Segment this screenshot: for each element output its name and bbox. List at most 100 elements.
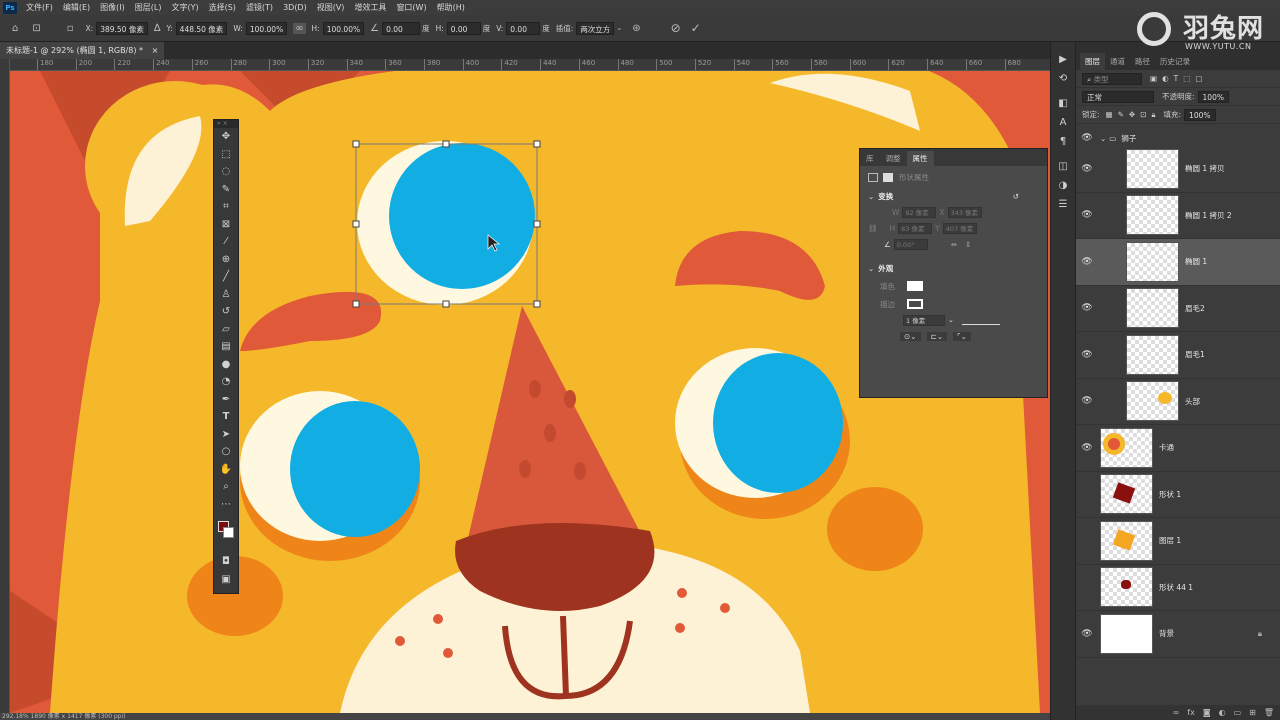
commit-transform-icon[interactable]: ✓ bbox=[691, 21, 701, 35]
filter-shape-icon[interactable]: ⬚ bbox=[1183, 74, 1190, 83]
visibility-eye-icon[interactable]: 👁︎ bbox=[1076, 164, 1098, 174]
interp-select[interactable]: 两次立方 bbox=[576, 21, 615, 35]
adjustments-icon[interactable]: ◑ bbox=[1051, 176, 1075, 195]
layer-row[interactable]: 形状 1 bbox=[1076, 472, 1280, 518]
layer-filter-select[interactable]: ⌕ 类型 bbox=[1082, 72, 1142, 85]
frame-tool-icon[interactable]: ⊠ bbox=[214, 216, 238, 234]
transform-handle[interactable] bbox=[533, 220, 541, 228]
type-tool-icon[interactable]: T bbox=[214, 408, 238, 426]
gradient-tool-icon[interactable]: ▤ bbox=[214, 338, 238, 356]
path-selection-tool-icon[interactable]: ➤ bbox=[214, 426, 238, 444]
x-field[interactable]: 343 像素 bbox=[947, 206, 982, 218]
visibility-eye-icon[interactable]: 👁︎ bbox=[1076, 629, 1098, 639]
transform-handle[interactable] bbox=[533, 140, 541, 148]
more-tools-icon[interactable]: ⋯ bbox=[214, 496, 238, 514]
opacity-field[interactable]: 100% bbox=[1197, 90, 1229, 103]
lock-paint-icon[interactable]: ✎ bbox=[1118, 110, 1124, 119]
menu-select[interactable]: 选择(S) bbox=[204, 2, 241, 13]
tab-properties[interactable]: 属性 bbox=[906, 151, 934, 166]
link-icon[interactable]: ∞ bbox=[293, 22, 306, 34]
filter-pixel-icon[interactable]: ▣ bbox=[1150, 74, 1157, 83]
stroke-align-icon[interactable]: ⊙⌄ bbox=[900, 331, 921, 341]
delta-icon[interactable]: ∆ bbox=[154, 23, 161, 34]
menu-3d[interactable]: 3D(D) bbox=[278, 3, 312, 12]
transform-handle[interactable] bbox=[352, 220, 360, 228]
tab-layers[interactable]: 图层 bbox=[1080, 53, 1105, 70]
visibility-eye-icon[interactable]: 👁︎ bbox=[1076, 396, 1098, 406]
new-layer-icon[interactable]: ⊞ bbox=[1249, 708, 1256, 717]
hand-tool-icon[interactable]: ✋ bbox=[214, 461, 238, 479]
visibility-eye-icon[interactable]: 👁︎ bbox=[1076, 133, 1098, 143]
lock-pixels-icon[interactable]: ▦ bbox=[1106, 110, 1113, 119]
menu-help[interactable]: 帮助(H) bbox=[432, 2, 470, 13]
transform-handle[interactable] bbox=[533, 300, 541, 308]
layer-row[interactable]: 形状 44 1 bbox=[1076, 565, 1280, 611]
menu-image[interactable]: 图像(I) bbox=[95, 2, 130, 13]
tab-paths[interactable]: 路径 bbox=[1130, 53, 1155, 70]
transform-handle[interactable] bbox=[352, 300, 360, 308]
marquee-tool-icon[interactable]: ⬚ bbox=[214, 146, 238, 164]
quick-mask-icon[interactable]: ◘ bbox=[214, 553, 238, 571]
move-tool-icon[interactable]: ✥ bbox=[214, 128, 238, 146]
flip-horizontal-icon[interactable]: ⇹ bbox=[951, 240, 957, 249]
angle-field[interactable]: 0.00 bbox=[382, 21, 421, 35]
zoom-tool-icon[interactable]: ⌕ bbox=[214, 478, 238, 496]
menu-layer[interactable]: 图层(L) bbox=[130, 2, 167, 13]
warp-icon[interactable]: ⊛ bbox=[632, 23, 640, 34]
move-tool-preset-icon[interactable]: ⊡ bbox=[32, 23, 40, 34]
blur-tool-icon[interactable]: ● bbox=[214, 356, 238, 374]
menu-edit[interactable]: 编辑(E) bbox=[58, 2, 95, 13]
layer-row-selected[interactable]: 👁︎ 椭圆 1 bbox=[1076, 239, 1280, 286]
visibility-eye-icon[interactable]: 👁︎ bbox=[1076, 443, 1098, 453]
horizontal-ruler[interactable]: 180 200 220 240 260 280 300 320 340 360 380 400 420 4… bbox=[10, 59, 1050, 71]
background-color-swatch[interactable] bbox=[223, 527, 234, 538]
lasso-tool-icon[interactable]: ◌ bbox=[214, 163, 238, 181]
healing-brush-tool-icon[interactable]: ⊕ bbox=[214, 251, 238, 269]
dodge-tool-icon[interactable]: ◔ bbox=[214, 373, 238, 391]
stroke-caps-icon[interactable]: ⊏⌄ bbox=[926, 331, 948, 341]
link-layers-icon[interactable]: ∞ bbox=[1173, 708, 1180, 717]
delete-layer-icon[interactable]: 🗑︎ bbox=[1264, 708, 1274, 717]
menu-plugins[interactable]: 增效工具 bbox=[349, 2, 391, 13]
stroke-swatch[interactable] bbox=[907, 299, 923, 309]
tab-libraries[interactable]: 库 bbox=[860, 151, 880, 166]
new-group-icon[interactable]: ▭ bbox=[1234, 708, 1242, 717]
w-field[interactable]: 100.00% bbox=[245, 21, 288, 35]
add-mask-icon[interactable]: ◙ bbox=[1203, 708, 1211, 717]
lock-artboard-icon[interactable]: ⊡ bbox=[1140, 110, 1146, 119]
layer-row[interactable]: 👁︎ 椭圆 1 拷贝 2 bbox=[1076, 193, 1280, 239]
layer-row[interactable]: 👁︎ 背景 🔒︎ bbox=[1076, 611, 1280, 658]
photoshop-logo[interactable]: Ps bbox=[3, 1, 17, 14]
filter-smart-icon[interactable]: ▢ bbox=[1195, 74, 1202, 83]
link-dimensions-icon[interactable]: ⛓ bbox=[868, 224, 878, 233]
stroke-style-select[interactable] bbox=[961, 315, 1000, 325]
stroke-width-field[interactable]: 1 像素 bbox=[903, 314, 945, 326]
layer-row[interactable]: 👁︎ 椭圆 1 拷贝 bbox=[1076, 146, 1280, 193]
hskew-field[interactable]: 0.00 bbox=[446, 21, 481, 35]
filter-type-icon[interactable]: T bbox=[1174, 74, 1179, 83]
layer-group-lion[interactable]: 👁︎ ⌄ ▭ 狮子 bbox=[1076, 130, 1280, 146]
menu-view[interactable]: 视图(V) bbox=[312, 2, 350, 13]
layer-row[interactable]: 图层 1 bbox=[1076, 518, 1280, 565]
blend-mode-select[interactable]: 正常 bbox=[1082, 90, 1154, 103]
ellipse-tool-icon[interactable]: ○ bbox=[214, 443, 238, 461]
lock-all-icon[interactable]: 🔒︎ bbox=[1152, 110, 1156, 120]
menu-type[interactable]: 文字(Y) bbox=[166, 2, 203, 13]
w-field[interactable]: 92 像素 bbox=[902, 206, 937, 218]
tab-history[interactable]: 历史记录 bbox=[1155, 53, 1195, 70]
close-tab-icon[interactable]: × bbox=[152, 46, 159, 55]
chevron-down-icon[interactable]: ⌄ bbox=[1100, 134, 1106, 143]
eyedropper-tool-icon[interactable]: ⁄ bbox=[214, 233, 238, 251]
reference-point-icon[interactable]: ▫ bbox=[67, 23, 74, 34]
adjustment-layer-icon[interactable]: ◐ bbox=[1219, 708, 1226, 717]
history-icon[interactable]: ⟲ bbox=[1051, 69, 1075, 88]
appearance-section-header[interactable]: ⌄ 外观 bbox=[860, 260, 1047, 276]
visibility-eye-icon[interactable]: 👁︎ bbox=[1076, 350, 1098, 360]
reset-icon[interactable]: ↺ bbox=[1013, 192, 1019, 201]
menu-file[interactable]: 文件(F) bbox=[21, 2, 58, 13]
y-field[interactable]: 407 像素 bbox=[942, 222, 977, 234]
stroke-corners-icon[interactable]: ⌜⌄ bbox=[953, 331, 971, 341]
fx-icon[interactable]: fx bbox=[1187, 708, 1195, 717]
layer-row[interactable]: 👁︎ 头部 bbox=[1076, 379, 1280, 425]
vertical-ruler[interactable] bbox=[0, 59, 10, 713]
